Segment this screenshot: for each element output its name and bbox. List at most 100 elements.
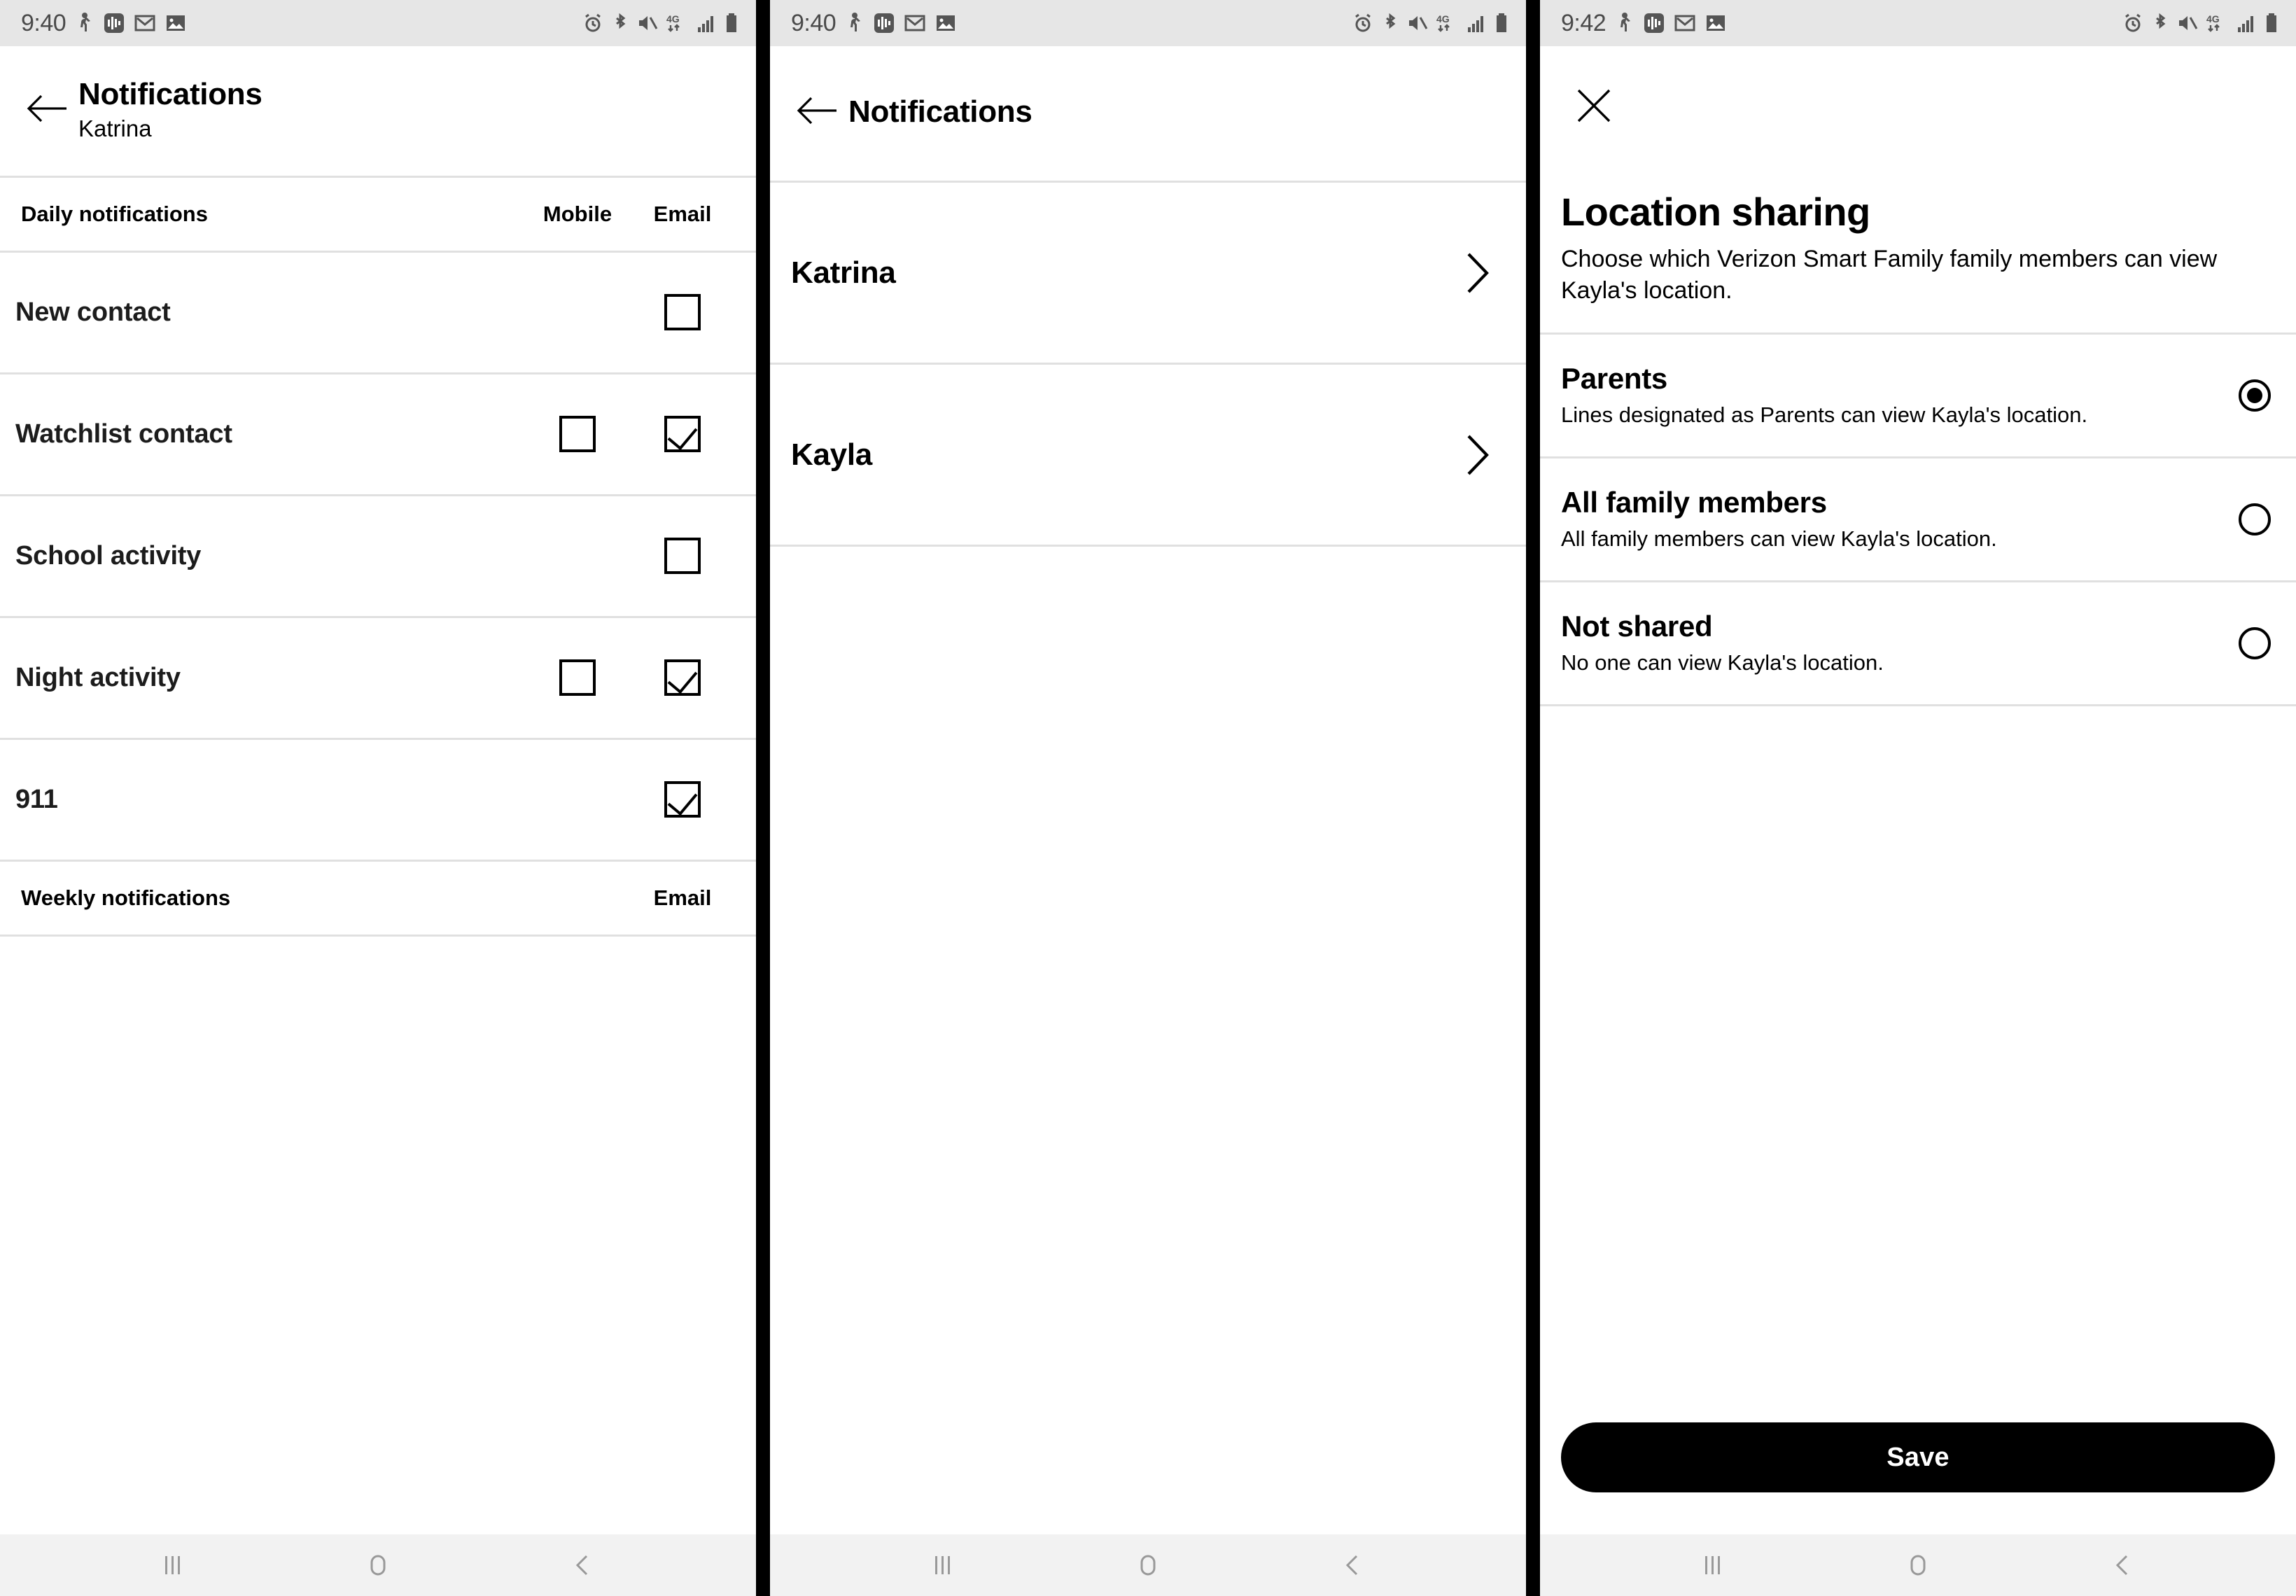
person-walking-icon (1616, 12, 1634, 34)
title-block-panel2: Notifications (848, 94, 1032, 129)
close-bar (1540, 46, 2296, 154)
back-button-panel1[interactable] (17, 80, 76, 139)
cell-email[interactable] (630, 416, 735, 453)
home-icon[interactable] (336, 1534, 420, 1596)
section-label-weekly: Weekly notifications (21, 885, 231, 910)
option-name: Not shared (1561, 609, 1713, 643)
back-chevron-icon[interactable] (541, 1534, 625, 1596)
recents-icon[interactable] (1671, 1534, 1755, 1596)
checkbox-email[interactable] (664, 538, 701, 575)
page-title: Location sharing (1561, 190, 1870, 234)
page-subtitle: Katrina (78, 115, 152, 142)
status-time: 9:40 (21, 9, 66, 36)
option-text: Parents Lines designated as Parents can … (1561, 362, 2239, 429)
signal-bars-icon (697, 13, 717, 33)
panel-separator (1526, 0, 1540, 1596)
panel-notifications-detail: 9:40 4G Notifications Katrina Daily noti… (0, 0, 756, 1596)
people-list: Katrina Kayla (770, 183, 1526, 1534)
cell-email[interactable] (630, 781, 735, 818)
back-button-panel2[interactable] (787, 83, 846, 141)
person-walking-icon (846, 12, 864, 34)
signal-bars-icon (1467, 13, 1487, 33)
option-row-parents[interactable]: Parents Lines designated as Parents can … (1540, 335, 2296, 456)
bluetooth-icon (612, 13, 629, 34)
table-row[interactable]: School activity (0, 496, 756, 616)
status-bar-left: 9:40 (791, 10, 956, 37)
gmail-icon (904, 13, 925, 34)
recents-icon[interactable] (131, 1534, 215, 1596)
row-label: New contact (15, 297, 171, 327)
close-button[interactable] (1568, 81, 1620, 133)
cell-mobile[interactable] (525, 416, 630, 453)
close-icon (1573, 85, 1615, 130)
list-item[interactable]: Katrina (770, 183, 1526, 363)
table-row[interactable]: New contact (0, 253, 756, 372)
row-label: School activity (15, 540, 202, 570)
status-bar-right: 4G (582, 13, 738, 34)
radio-not-shared[interactable] (2239, 626, 2271, 659)
checkbox-mobile[interactable] (559, 659, 596, 696)
chevron-right-icon (1462, 432, 1494, 478)
list-item[interactable]: Kayla (770, 365, 1526, 545)
system-nav-bar-panel1 (0, 1534, 756, 1596)
4g-lte-icon: 4G (666, 13, 689, 34)
person-walking-icon (76, 12, 94, 34)
radio-all-family-members[interactable] (2239, 503, 2271, 536)
status-bar-panel1: 9:40 4G (0, 0, 756, 46)
checkbox-email[interactable] (664, 416, 701, 453)
row-label: Watchlist contact (15, 419, 232, 449)
signal-bars-icon (2237, 13, 2257, 33)
save-button[interactable]: Save (1561, 1422, 2275, 1492)
back-chevron-icon[interactable] (1311, 1534, 1395, 1596)
recents-icon[interactable] (901, 1534, 985, 1596)
location-sharing-header: Location sharing Choose which Verizon Sm… (1540, 154, 2296, 332)
option-description: Lines designated as Parents can view Kay… (1561, 402, 2088, 427)
option-row-not-shared[interactable]: Not shared No one can view Kayla's locat… (1540, 582, 2296, 704)
cell-email[interactable] (630, 294, 735, 331)
4g-lte-icon: 4G (2206, 13, 2229, 34)
sound-wave-icon (1644, 12, 1665, 34)
status-time: 9:42 (1561, 9, 1606, 36)
cell-email[interactable] (630, 538, 735, 575)
radio-parents[interactable] (2239, 379, 2271, 412)
option-description: All family members can view Kayla's loca… (1561, 526, 1997, 551)
gmail-icon (1674, 13, 1695, 34)
page-title: Notifications (78, 77, 262, 111)
column-header-weekly-email: Email (653, 885, 712, 910)
cell-mobile[interactable] (525, 659, 630, 696)
page-title: Notifications (848, 94, 1032, 130)
status-bar-left: 9:42 (1561, 10, 1726, 37)
home-icon[interactable] (1106, 1534, 1190, 1596)
table-header-weekly: Weekly notifications Email (0, 862, 756, 934)
option-name: All family members (1561, 485, 1827, 519)
checkbox-mobile[interactable] (559, 416, 596, 453)
back-chevron-icon[interactable] (2081, 1534, 2165, 1596)
battery-icon (2265, 13, 2278, 34)
row-label: Night activity (15, 662, 181, 692)
system-nav-bar-panel2 (770, 1534, 1526, 1596)
mute-icon (1407, 13, 1428, 33)
table-row[interactable]: Night activity (0, 618, 756, 738)
panel-separator (756, 0, 770, 1596)
page-description: Choose which Verizon Smart Family family… (1561, 245, 2218, 304)
three-panel-screenshot: 9:40 4G Notifications Katrina Daily noti… (0, 0, 2296, 1596)
cell-email[interactable] (630, 659, 735, 696)
svg-text:4G: 4G (666, 13, 680, 24)
photo-icon (1705, 13, 1726, 34)
status-bar-panel3: 9:42 4G (1540, 0, 2296, 46)
option-text: All family members All family members ca… (1561, 486, 2239, 553)
option-description: No one can view Kayla's location. (1561, 650, 1884, 675)
status-bar-right: 4G (2122, 13, 2278, 34)
checkbox-email[interactable] (664, 659, 701, 696)
svg-text:4G: 4G (1436, 13, 1450, 24)
option-text: Not shared No one can view Kayla's locat… (1561, 610, 2239, 677)
checkbox-email[interactable] (664, 294, 701, 331)
option-row-all-family-members[interactable]: All family members All family members ca… (1540, 458, 2296, 580)
table-row[interactable]: 911 (0, 740, 756, 860)
photo-icon (935, 13, 956, 34)
checkbox-email[interactable] (664, 781, 701, 818)
alarm-icon (582, 13, 603, 34)
home-icon[interactable] (1876, 1534, 1960, 1596)
table-row[interactable]: Watchlist contact (0, 374, 756, 494)
chevron-right-icon (1462, 250, 1494, 296)
